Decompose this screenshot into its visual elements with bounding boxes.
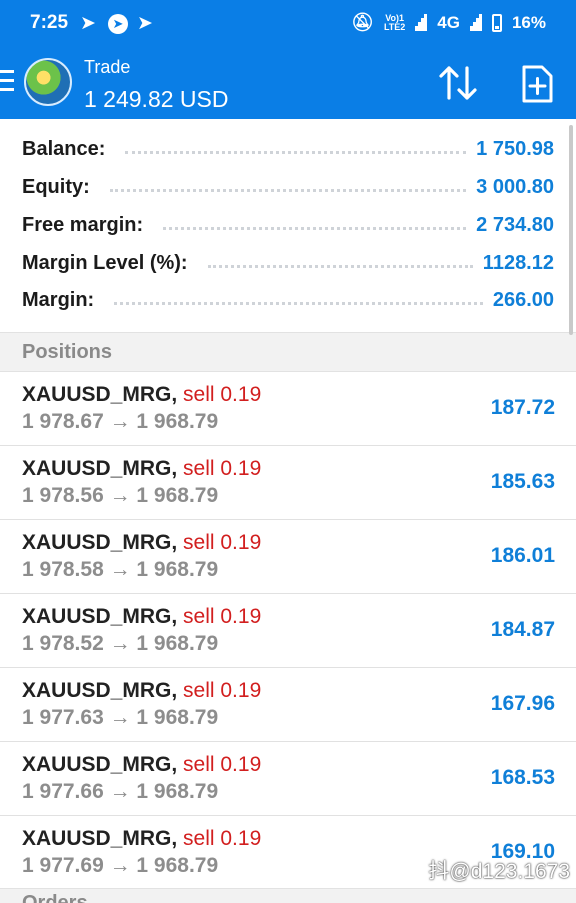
summary-label: Equity: [22,175,90,198]
position-side: sell 0.19 [183,605,262,628]
position-prices: 1 977.66 → 1 968.79 [22,780,219,803]
status-right: 🔕︎ Vo)1 LTE2 4G 16% [351,12,546,33]
mute-icon: 🔕︎ [351,12,374,32]
menu-icon[interactable] [0,70,14,92]
status-time: 7:25 [30,12,69,33]
position-row[interactable]: XAUUSD_MRG, sell 0.19 1 978.58 → 1 968.7… [0,520,576,594]
account-summary: Balance: 1 750.98 Equity: 3 000.80 Free … [0,119,576,332]
position-row[interactable]: XAUUSD_MRG, sell 0.19 1 977.66 → 1 968.7… [0,742,576,816]
position-prices: 1 978.52 → 1 968.79 [22,632,219,655]
summary-row-margin-level: Margin Level (%): 1128.12 [22,246,554,280]
summary-row-margin: Margin: 266.00 [22,283,554,317]
telegram-icon: ➤ [80,13,96,34]
position-prices: 1 978.67 → 1 968.79 [22,410,219,433]
summary-row-free-margin: Free margin: 2 734.80 [22,208,554,242]
position-side: sell 0.19 [183,753,262,776]
top-bar: 7:25 ➤ ➤ ➤ 🔕︎ Vo)1 LTE2 4G 16% Trade 1 24… [0,0,576,119]
position-prices: 1 978.58 → 1 968.79 [22,558,219,581]
leader-dots [163,226,467,230]
sort-icon[interactable] [438,64,478,102]
network-type: 4G [437,12,460,32]
position-side: sell 0.19 [183,679,262,702]
orders-section-header: Orders [0,888,576,903]
position-profit: 184.87 [490,618,555,641]
position-side: sell 0.19 [183,383,262,406]
status-bar: 7:25 ➤ ➤ ➤ 🔕︎ Vo)1 LTE2 4G 16% [0,0,576,46]
summary-label: Free margin: [22,213,144,236]
position-symbol: XAUUSD_MRG, sell 0.19 [22,605,262,628]
position-profit: 186.01 [490,544,555,567]
position-side: sell 0.19 [183,457,262,480]
leader-dots [125,150,467,154]
volte-icon: Vo)1 LTE2 [383,12,406,32]
signal-icon [415,14,428,31]
position-symbol: XAUUSD_MRG, sell 0.19 [22,753,262,776]
account-value: 1 249.82 USD [84,86,229,112]
battery-icon [491,13,502,32]
summary-value: 1128.12 [482,251,554,274]
summary-label: Margin: [22,288,95,311]
scrollbar[interactable] [569,125,573,335]
position-prices: 1 978.56 → 1 968.79 [22,484,219,507]
leader-dots [207,264,473,268]
position-prices: 1 977.69 → 1 968.79 [22,854,219,877]
section-title: Positions [22,341,113,363]
summary-value: 2 734.80 [476,213,554,236]
position-profit: 187.72 [490,396,555,419]
position-prices: 1 977.63 → 1 968.79 [22,706,219,729]
position-row[interactable]: XAUUSD_MRG, sell 0.19 1 978.67 → 1 968.7… [0,372,576,446]
app-logo[interactable] [24,58,72,106]
positions-section-header: Positions [0,332,576,372]
position-symbol: XAUUSD_MRG, sell 0.19 [22,679,262,702]
battery-level: 16% [511,12,546,32]
telegram-icon: ➤ [137,13,153,34]
position-side: sell 0.19 [183,827,262,850]
page-title: Trade [84,57,131,77]
signal-icon [469,14,482,31]
watermark: 抖@d123.1673 [428,860,570,883]
summary-row-equity: Equity: 3 000.80 [22,170,554,204]
summary-row-balance: Balance: 1 750.98 [22,132,554,166]
position-profit: 167.96 [490,692,555,715]
telegram-icon: ➤ [108,14,128,34]
position-symbol: XAUUSD_MRG, sell 0.19 [22,531,262,554]
summary-value: 1 750.98 [476,137,554,160]
position-row[interactable]: XAUUSD_MRG, sell 0.19 1 978.56 → 1 968.7… [0,446,576,520]
summary-value: 266.00 [492,288,554,311]
summary-label: Margin Level (%): [22,251,188,274]
position-profit: 168.53 [490,766,555,789]
app-bar: Trade 1 249.82 USD [0,46,576,119]
position-row[interactable]: XAUUSD_MRG, sell 0.19 1 978.52 → 1 968.7… [0,594,576,668]
leader-dots [109,188,467,192]
leader-dots [114,301,483,305]
section-title: Orders [22,892,88,903]
position-symbol: XAUUSD_MRG, sell 0.19 [22,827,262,850]
summary-value: 3 000.80 [476,175,554,198]
position-profit: 185.63 [490,470,555,493]
position-side: sell 0.19 [183,531,262,554]
position-symbol: XAUUSD_MRG, sell 0.19 [22,383,262,406]
new-order-icon[interactable] [520,64,554,104]
position-row[interactable]: XAUUSD_MRG, sell 0.19 1 977.63 → 1 968.7… [0,668,576,742]
summary-label: Balance: [22,137,106,160]
position-symbol: XAUUSD_MRG, sell 0.19 [22,457,262,480]
